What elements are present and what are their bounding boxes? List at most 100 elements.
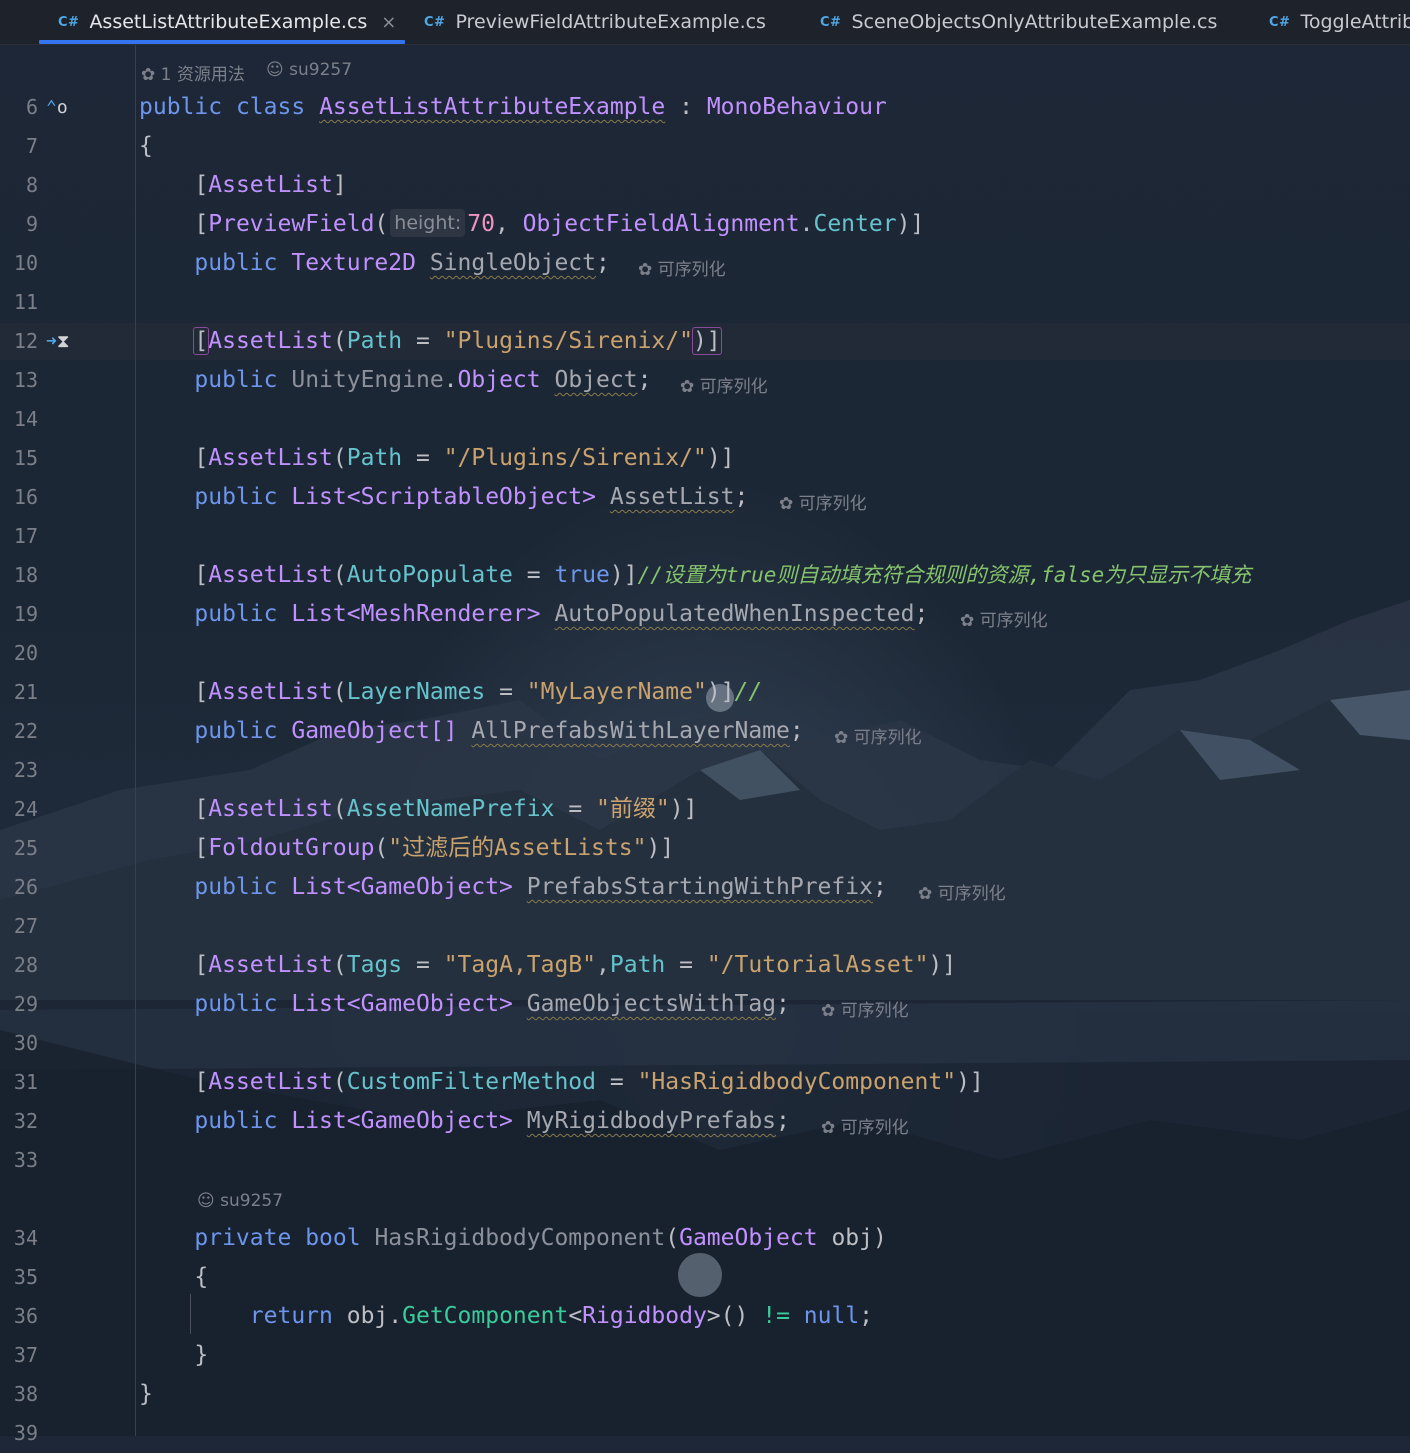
line-number: 6 — [25, 95, 38, 119]
code-line-38: 38 } — [0, 1375, 1410, 1414]
line-number: 20 — [13, 641, 38, 665]
author-name: su9257 — [289, 60, 353, 80]
usage-count: 1 资源用法 — [160, 65, 245, 85]
code-line-11: 11 — [0, 283, 1410, 322]
person-icon: ☺ — [266, 60, 284, 80]
line-number: 14 — [13, 407, 38, 431]
tab-label: ToggleAttrib — [1300, 11, 1410, 33]
code-line-31: 31 [AssetList(CustomFilterMethod = "HasR… — [0, 1063, 1410, 1102]
code-text: [PreviewField(height: 70, ObjectFieldAlig… — [194, 209, 925, 237]
author-name: su9257 — [220, 1191, 284, 1211]
unity-usage-icon: ✿ — [141, 65, 156, 85]
code-line-10: 10 public Texture2D SingleObject; ✿ 可序列化 — [0, 244, 1410, 283]
code-line-7: 7 { — [0, 127, 1410, 166]
serializable-hint[interactable]: ✿ 可序列化 — [779, 489, 867, 514]
tab-scene-objects-only-attribute-example[interactable]: C# SceneObjectsOnlyAttributeExample.cs — [820, 0, 1217, 44]
line-number: 11 — [13, 290, 38, 314]
author-hint[interactable]: ☺ su9257 — [197, 1191, 283, 1211]
tab-label: PreviewFieldAttributeExample.cs — [455, 11, 766, 33]
line-number: 8 — [25, 173, 38, 197]
serializable-hint[interactable]: ✿ 可序列化 — [638, 255, 726, 280]
code-line-28: 28 [AssetList(Tags = "TagA,TagB",Path = … — [0, 946, 1410, 985]
code-text: [AssetList(AssetNamePrefix = "前缀")] — [194, 796, 698, 822]
serializable-hint[interactable]: ✿ 可序列化 — [960, 606, 1048, 631]
code-line-20: 20 — [0, 634, 1410, 673]
code-text: { — [139, 133, 153, 159]
code-line-22: 22 public GameObject[] AllPrefabsWithLay… — [0, 712, 1410, 751]
code-text: public List<ScriptableObject> AssetList; — [194, 484, 749, 510]
code-text: [AssetList(Tags = "TagA,TagB",Path = "/T… — [194, 952, 957, 978]
code-line-13: 13 public UnityEngine.Object Object; ✿ 可… — [0, 361, 1410, 400]
serializable-hint[interactable]: ✿ 可序列化 — [821, 1113, 909, 1138]
line-number: 10 — [13, 251, 38, 275]
serializable-hint[interactable]: ✿ 可序列化 — [821, 996, 909, 1021]
unity-usage-icon: ✿ — [960, 611, 975, 631]
code-text: public List<GameObject> MyRigidbodyPrefa… — [194, 1108, 790, 1134]
line-number: 37 — [13, 1343, 38, 1367]
code-line-15: 15 [AssetList(Path = "/Plugins/Sirenix/"… — [0, 439, 1410, 478]
code-line-6: 6 ⌃o public class AssetListAttributeExam… — [0, 88, 1410, 127]
code-text: public Texture2D SingleObject; — [194, 250, 610, 276]
line-number: 22 — [13, 719, 38, 743]
code-text: private bool HasRigidbodyComponent(GameO… — [194, 1225, 887, 1251]
serializable-hint[interactable]: ✿ 可序列化 — [918, 879, 1006, 904]
line-number: 30 — [13, 1031, 38, 1055]
line-number: 34 — [13, 1226, 38, 1250]
run-gutter-icon[interactable]: ➜⧗ — [46, 322, 69, 361]
code-line-32: 32 public List<GameObject> MyRigidbodyPr… — [0, 1102, 1410, 1141]
unity-usage-icon: ✿ — [918, 884, 933, 904]
line-number: 21 — [13, 680, 38, 704]
code-text: return obj.GetComponent<Rigidbody>() != … — [249, 1303, 874, 1329]
line-number: 15 — [13, 446, 38, 470]
implemented-members-icon[interactable]: ⌃o — [46, 88, 68, 127]
line-number: 13 — [13, 368, 38, 392]
line-number: 38 — [13, 1382, 38, 1406]
tab-label: AssetListAttributeExample.cs — [89, 11, 368, 33]
code-line-18: 18 [AssetList(AutoPopulate = true)]//设置为… — [0, 556, 1410, 595]
serializable-hint[interactable]: ✿ 可序列化 — [834, 723, 922, 748]
code-text: public GameObject[] AllPrefabsWithLayerN… — [194, 718, 804, 744]
code-text: public UnityEngine.Object Object; — [194, 367, 652, 393]
code-text: } — [139, 1381, 153, 1407]
parameter-hint: height: — [390, 209, 466, 237]
code-text: [AssetList] — [194, 172, 347, 198]
csharp-file-icon: C# — [424, 14, 446, 30]
usage-hint[interactable]: ✿ 1 资源用法 — [141, 60, 245, 85]
code-line-14: 14 — [0, 400, 1410, 439]
line-number: 18 — [13, 563, 38, 587]
tab-asset-list-attribute-example[interactable]: C# AssetListAttributeExample.cs × — [58, 0, 396, 44]
author-hint[interactable]: ☺ su9257 — [266, 60, 352, 80]
line-number: 39 — [13, 1421, 38, 1445]
tab-preview-field-attribute-example[interactable]: C# PreviewFieldAttributeExample.cs — [424, 0, 766, 44]
unity-usage-icon: ✿ — [821, 1118, 836, 1138]
code-line-12: 12 ➜⧗ [AssetList(Path = "Plugins/Sirenix… — [0, 322, 1410, 361]
code-text: public List<GameObject> GameObjectsWithT… — [194, 991, 790, 1017]
line-number: 16 — [13, 485, 38, 509]
code-line-33: 33 — [0, 1141, 1410, 1180]
unity-usage-icon: ✿ — [680, 377, 695, 397]
code-text: public class AssetListAttributeExample :… — [139, 94, 887, 120]
line-number: 35 — [13, 1265, 38, 1289]
code-text: public List<GameObject> PrefabsStartingW… — [194, 874, 887, 900]
close-tab-icon[interactable]: × — [381, 12, 396, 33]
serializable-hint[interactable]: ✿ 可序列化 — [680, 372, 768, 397]
code-text: [AssetList(LayerNames = "MyLayerName")]/… — [194, 679, 763, 705]
active-tab-indicator — [39, 40, 405, 44]
code-text: public List<MeshRenderer> AutoPopulatedW… — [194, 601, 929, 627]
line-number: 9 — [25, 212, 38, 236]
code-editor[interactable]: ✿ 1 资源用法 ☺ su9257 6 ⌃o public class Asse… — [0, 44, 1410, 1445]
code-line-8: 8 [AssetList] — [0, 166, 1410, 205]
line-number: 33 — [13, 1148, 38, 1172]
code-text: [AssetList(AutoPopulate = true)]//设置为tru… — [194, 562, 1252, 588]
code-text: [AssetList(Path = "Plugins/Sirenix/")] — [193, 327, 722, 355]
line-number: 25 — [13, 836, 38, 860]
tab-label: SceneObjectsOnlyAttributeExample.cs — [851, 11, 1218, 33]
code-line-9: 9 [PreviewField(height: 70, ObjectFieldAl… — [0, 205, 1410, 244]
code-line-36: 36 return obj.GetComponent<Rigidbody>() … — [0, 1297, 1410, 1336]
tab-toggle-attribute-example[interactable]: C# ToggleAttrib — [1269, 0, 1410, 44]
code-line-17: 17 — [0, 517, 1410, 556]
csharp-file-icon: C# — [58, 14, 80, 30]
line-number: 28 — [13, 953, 38, 977]
person-icon: ☺ — [197, 1191, 215, 1211]
code-line-39: 39 — [0, 1414, 1410, 1453]
